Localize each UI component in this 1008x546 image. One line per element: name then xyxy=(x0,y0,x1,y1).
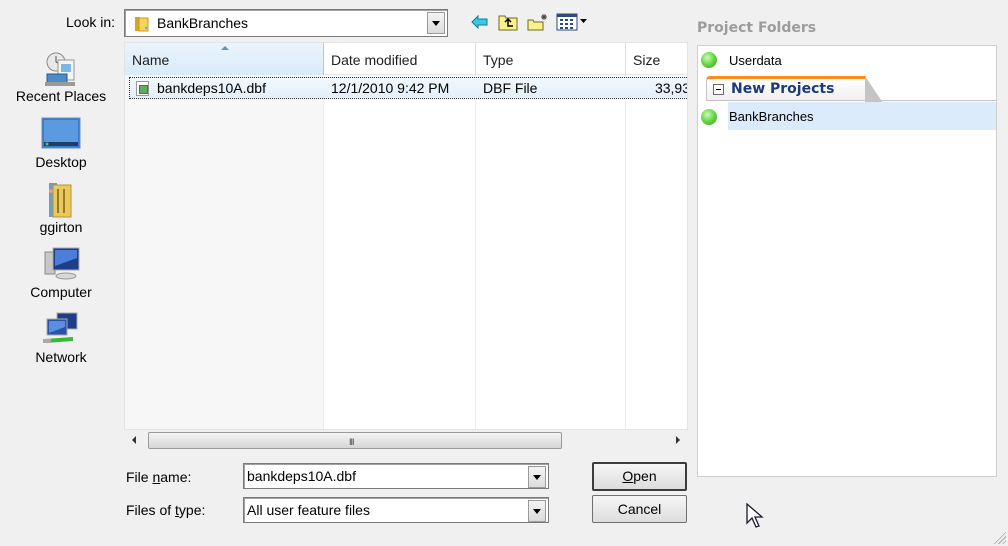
project-folder-label: BankBranches xyxy=(729,109,814,124)
dbf-file-icon xyxy=(136,81,149,96)
mouse-cursor-icon xyxy=(746,503,764,528)
new-projects-group-tab[interactable]: New Projects xyxy=(706,76,883,103)
file-name-combo[interactable]: bankdeps10A.dbf xyxy=(243,463,549,489)
new-folder-icon xyxy=(527,14,547,31)
look-in-dropdown-button[interactable] xyxy=(427,12,445,34)
place-computer[interactable]: Computer xyxy=(8,246,114,300)
file-size-cell: 33,93 xyxy=(654,80,688,96)
open-button[interactable]: Open xyxy=(592,462,687,491)
desktop-icon xyxy=(41,116,81,152)
column-header-date-modified[interactable]: Date modified xyxy=(324,43,476,75)
chevron-down-icon xyxy=(432,20,440,26)
file-type-value: All user feature files xyxy=(247,502,370,518)
network-icon xyxy=(41,311,81,347)
file-name-cell: bankdeps10A.dbf xyxy=(157,80,266,96)
computer-icon xyxy=(41,246,81,282)
recent-places-icon xyxy=(41,50,81,86)
collapse-icon[interactable] xyxy=(713,84,724,95)
chevron-down-icon xyxy=(533,508,541,514)
chevron-down-icon xyxy=(533,474,541,480)
file-type-select[interactable]: All user feature files xyxy=(243,497,549,523)
file-type-label: Files of type: xyxy=(126,502,206,518)
place-label: Network xyxy=(35,349,87,365)
scroll-left-icon[interactable] xyxy=(132,436,136,444)
project-folders-tree[interactable]: Userdata New Projects BankBranches xyxy=(697,45,997,477)
project-folder-bankbranches[interactable]: BankBranches xyxy=(728,102,996,130)
back-button[interactable] xyxy=(470,11,490,33)
scrollbar-thumb[interactable]: III xyxy=(148,432,562,449)
file-date-cell: 12/1/2010 9:42 PM xyxy=(331,80,450,96)
column-header-row: Name Date modified Type Size xyxy=(125,43,687,75)
look-in-value: BankBranches xyxy=(157,15,249,31)
status-dot-icon xyxy=(701,109,717,125)
sort-ascending-icon xyxy=(221,46,229,50)
view-menu-button[interactable] xyxy=(555,11,589,33)
group-label: New Projects xyxy=(731,81,835,97)
file-name-label: File name: xyxy=(126,469,192,485)
file-list[interactable]: Name Date modified Type Size bankdeps10A… xyxy=(124,42,688,430)
view-menu-icon xyxy=(556,13,587,31)
place-label: Computer xyxy=(30,284,92,300)
place-recent-places[interactable]: Recent Places xyxy=(8,50,114,104)
file-type-cell: DBF File xyxy=(483,80,538,96)
file-name-dropdown-button[interactable] xyxy=(528,466,546,488)
column-header-size[interactable]: Size xyxy=(626,43,687,75)
up-one-level-button[interactable] xyxy=(497,11,519,33)
resize-grip-icon[interactable] xyxy=(992,530,1006,544)
scroll-right-icon[interactable] xyxy=(676,436,680,444)
file-name-input[interactable]: bankdeps10A.dbf xyxy=(247,468,356,484)
column-header-type[interactable]: Type xyxy=(476,43,626,75)
new-folder-button[interactable] xyxy=(526,11,550,33)
horizontal-scrollbar[interactable]: III xyxy=(124,430,688,450)
look-in-dropdown[interactable]: BankBranches xyxy=(124,9,448,37)
file-row[interactable]: bankdeps10A.dbf 12/1/2010 9:42 PM DBF Fi… xyxy=(129,77,688,99)
place-desktop[interactable]: Desktop xyxy=(8,116,114,170)
cancel-button[interactable]: Cancel xyxy=(592,495,687,523)
place-label: Desktop xyxy=(35,154,87,170)
column-header-name[interactable]: Name xyxy=(125,43,324,75)
look-in-label: Look in: xyxy=(66,14,116,30)
project-folders-title: Project Folders xyxy=(697,20,817,36)
status-dot-icon xyxy=(701,52,717,68)
user-folder-icon xyxy=(41,181,81,218)
place-label: Recent Places xyxy=(15,88,107,104)
place-network[interactable]: Network xyxy=(8,311,114,365)
place-user-folder[interactable]: ggirton xyxy=(8,181,114,235)
folder-icon xyxy=(135,17,149,32)
project-folder-userdata[interactable]: Userdata xyxy=(729,53,782,68)
place-label: ggirton xyxy=(39,219,83,235)
up-folder-icon xyxy=(498,15,518,31)
file-type-dropdown-button[interactable] xyxy=(528,500,546,522)
back-arrow-icon xyxy=(471,15,488,29)
scrollbar-grip: III xyxy=(349,437,354,447)
